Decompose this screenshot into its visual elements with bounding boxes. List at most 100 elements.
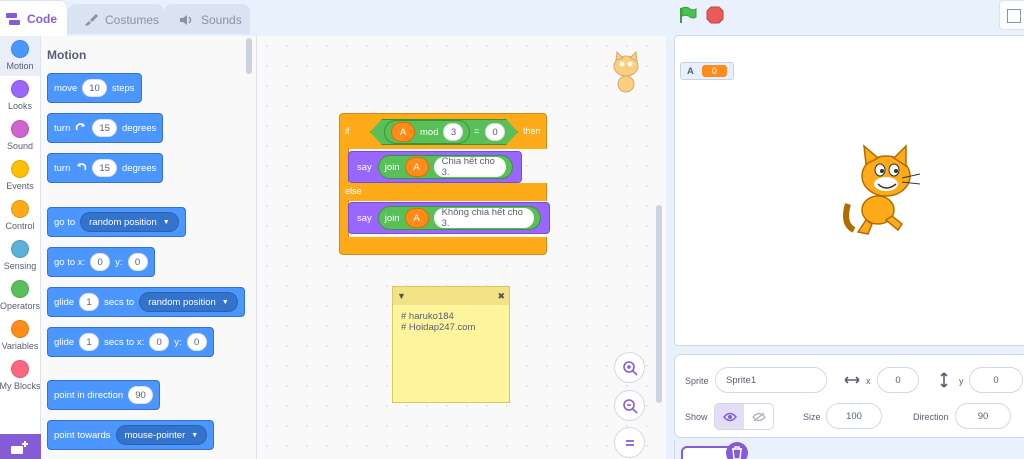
show-visible-button[interactable]	[715, 404, 744, 429]
block-glide-to-xy[interactable]: glide 1 secs to x: 0 y: 0	[47, 327, 214, 357]
block-text: secs to	[104, 296, 135, 308]
variable-a-reporter[interactable]: A	[391, 122, 415, 142]
say-text-input[interactable]: Không chia hết cho 3.	[433, 207, 534, 229]
block-text: y:	[115, 256, 123, 268]
block-point-towards[interactable]: point towards mouse-pointer ▼	[47, 420, 215, 450]
category-looks[interactable]: Looks	[0, 80, 40, 111]
category-operators[interactable]: Operators	[0, 280, 40, 311]
variable-a-reporter[interactable]: A	[404, 208, 429, 228]
stop-icon[interactable]	[706, 6, 724, 24]
block-text: turn	[54, 162, 71, 174]
y-input[interactable]: 0	[127, 253, 148, 271]
sprite-cat-icon[interactable]	[840, 144, 924, 236]
category-label: Events	[6, 181, 34, 191]
block-text: go to x:	[54, 256, 86, 268]
sprite-list	[674, 440, 1024, 459]
category-menu: Motion Looks Sound Events Control Sensin…	[0, 36, 41, 459]
stage-layout-button[interactable]	[999, 0, 1024, 30]
join-operator-block-1[interactable]: join A Chia hết cho 3.	[377, 155, 513, 179]
note-text[interactable]: # haruko184 # Hoidap247.com	[393, 305, 509, 339]
zoom-out-button[interactable]	[614, 390, 645, 421]
block-glide-to[interactable]: glide 1 secs to random position ▼	[47, 287, 245, 317]
mod-label: mod	[420, 126, 439, 138]
zoom-in-button[interactable]	[614, 352, 645, 383]
green-flag-icon[interactable]	[678, 6, 698, 24]
join-operator-block-2[interactable]: join A Không chia hết cho 3.	[377, 206, 541, 230]
category-label: Sound	[6, 141, 34, 151]
note-header[interactable]: ▼ ✖	[393, 287, 509, 305]
category-label: Control	[5, 221, 35, 231]
direction-input[interactable]: 90	[128, 386, 153, 404]
x-input[interactable]: 0	[90, 253, 111, 271]
my-blocks-dot-icon	[11, 360, 29, 378]
code-blocks-icon	[6, 12, 20, 25]
collapse-chevron-icon[interactable]: ▼	[397, 291, 406, 301]
delete-sprite-button[interactable]	[726, 442, 748, 459]
block-go-to-xy[interactable]: go to x: 0 y: 0	[47, 247, 155, 277]
say-block-2[interactable]: say join A Không chia hết cho 3.	[348, 202, 550, 234]
say-text-input[interactable]: Chia hết cho 3.	[433, 156, 506, 178]
variable-monitor[interactable]: A 0	[680, 62, 734, 80]
block-move-steps[interactable]: move 10 steps	[47, 73, 142, 103]
category-sensing[interactable]: Sensing	[0, 240, 40, 271]
size-input[interactable]: 100	[826, 403, 882, 429]
goto-target-dropdown[interactable]: random position ▼	[80, 212, 179, 232]
compare-value-input[interactable]: 0	[485, 123, 505, 141]
y-position-input[interactable]: 0	[969, 367, 1023, 393]
zoom-reset-button[interactable]	[614, 427, 645, 458]
category-sound[interactable]: Sound	[0, 120, 40, 151]
events-dot-icon	[11, 160, 29, 178]
horizontal-arrows-icon	[844, 376, 860, 384]
secs-input[interactable]: 1	[79, 293, 100, 311]
degrees-input[interactable]: 15	[92, 159, 117, 177]
category-variables[interactable]: Variables	[0, 320, 40, 351]
glide-target-dropdown[interactable]: random position ▼	[139, 292, 238, 312]
block-point-in-direction[interactable]: point in direction 90	[47, 380, 160, 410]
tab-code[interactable]: Code	[0, 0, 68, 36]
block-text: turn	[54, 122, 71, 134]
block-text: glide	[54, 336, 75, 348]
then-label: then	[523, 126, 541, 136]
tab-costumes[interactable]: Costumes	[68, 4, 164, 34]
block-go-to[interactable]: go to random position ▼	[47, 207, 186, 237]
x-input[interactable]: 0	[149, 333, 170, 351]
add-extension-button[interactable]	[0, 434, 41, 459]
y-label: y	[959, 376, 964, 386]
category-events[interactable]: Events	[0, 160, 40, 191]
show-label: Show	[685, 412, 708, 422]
block-turn-right[interactable]: turn 15 degrees	[47, 113, 164, 143]
steps-input[interactable]: 10	[82, 79, 107, 97]
show-hidden-button[interactable]	[744, 404, 773, 429]
point-towards-dropdown[interactable]: mouse-pointer ▼	[115, 425, 208, 445]
monitor-label: A	[687, 65, 694, 77]
mod-operator-block[interactable]: A mod 3	[384, 120, 471, 144]
dropdown-arrow-icon: ▼	[162, 218, 170, 226]
tab-sounds[interactable]: Sounds	[164, 4, 250, 34]
sprite-name-input[interactable]: Sprite1	[715, 367, 827, 393]
palette-scrollbar[interactable]	[246, 38, 252, 74]
comment-note[interactable]: ▼ ✖ # haruko184 # Hoidap247.com	[392, 286, 510, 403]
workspace-scrollbar[interactable]	[656, 205, 662, 403]
close-icon[interactable]: ✖	[497, 291, 505, 302]
equals-label: =	[474, 126, 480, 136]
join-label: join	[384, 161, 400, 173]
direction-input[interactable]: 90	[955, 403, 1011, 429]
variable-a-reporter[interactable]: A	[404, 157, 429, 177]
degrees-input[interactable]: 15	[92, 119, 117, 137]
secs-input[interactable]: 1	[79, 333, 100, 351]
if-else-block[interactable]: if then A mod 3 = 0	[339, 113, 547, 149]
mod-value-input[interactable]: 3	[443, 123, 464, 141]
sensing-dot-icon	[11, 240, 29, 258]
category-motion[interactable]: Motion	[0, 36, 40, 76]
stage[interactable]: A 0	[674, 35, 1024, 346]
else-bar: else	[339, 183, 547, 201]
block-text: degrees	[121, 162, 157, 174]
y-input[interactable]: 0	[186, 333, 207, 351]
x-position-input[interactable]: 0	[877, 367, 919, 393]
category-my-blocks[interactable]: My Blocks	[0, 360, 40, 391]
category-control[interactable]: Control	[0, 200, 40, 231]
block-turn-left[interactable]: turn 15 degrees	[47, 153, 164, 183]
operators-dot-icon	[11, 280, 29, 298]
say-block-1[interactable]: say join A Chia hết cho 3.	[348, 151, 522, 183]
dropdown-arrow-icon: ▼	[191, 431, 199, 439]
